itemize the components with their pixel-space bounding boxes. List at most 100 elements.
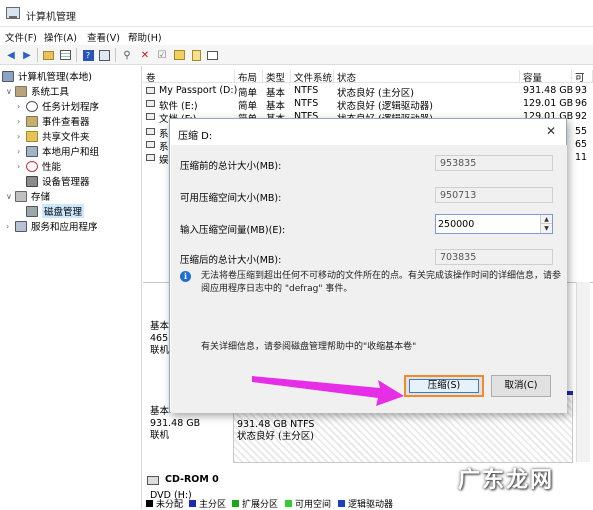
- chevron-right-icon[interactable]: ›: [6, 222, 15, 231]
- close-icon[interactable]: ✕: [542, 123, 560, 139]
- folder-icon[interactable]: [41, 48, 55, 62]
- users-icon: [26, 145, 38, 157]
- col-layout[interactable]: 布局: [235, 70, 263, 84]
- table-row[interactable]: 软件 (E:) 简单 基本 NTFS 状态良好 (逻辑驱动器) 129.01 G…: [143, 97, 593, 112]
- pointer-arrow-icon: [252, 376, 404, 406]
- tree-item-shared-folders[interactable]: › 共享文件夹: [17, 129, 90, 143]
- delete-icon[interactable]: ✕: [138, 48, 152, 62]
- cancel-button[interactable]: 取消(C): [491, 375, 551, 397]
- performance-icon: [26, 160, 38, 172]
- grid-icon[interactable]: [58, 48, 72, 62]
- menu-help[interactable]: 帮助(H): [128, 30, 162, 44]
- col-capacity[interactable]: 容量: [520, 70, 572, 84]
- legend-item: 逻辑驱动器: [338, 497, 393, 510]
- tree-item-services[interactable]: › 服务和应用程序: [6, 219, 98, 233]
- chevron-right-icon[interactable]: ›: [17, 147, 26, 156]
- legend-item: 未分配: [146, 497, 183, 510]
- volume-icon: [146, 100, 155, 107]
- chevron-down-icon[interactable]: ∨: [6, 87, 15, 96]
- legend-item: 扩展分区: [232, 497, 278, 510]
- shared-folder-icon: [26, 130, 38, 142]
- volume-list-header: 卷 布局 类型 文件系统 状态 容量 可: [143, 68, 593, 84]
- check-icon[interactable]: ☑: [155, 48, 169, 62]
- chevron-down-icon[interactable]: ∨: [6, 192, 15, 201]
- menu-file[interactable]: 文件(F): [5, 30, 37, 44]
- tree-item-task-scheduler[interactable]: › 任务计划程序: [17, 99, 99, 113]
- arrow-shape: [252, 376, 404, 406]
- tree-item-disk-management[interactable]: 磁盘管理: [26, 204, 85, 218]
- col-free[interactable]: 可: [572, 70, 593, 84]
- help-message: 有关详细信息，请参阅磁盘管理帮助中的"收缩基本卷": [201, 342, 417, 352]
- toolbar-separator: [115, 48, 116, 62]
- back-arrow-icon[interactable]: ◀: [4, 48, 18, 62]
- menu-view[interactable]: 查看(V): [87, 30, 120, 44]
- tree-item-local-users[interactable]: › 本地用户和组: [17, 144, 99, 158]
- window-title: 计算机管理: [26, 12, 76, 23]
- volume-icon: [146, 141, 155, 148]
- total-before-label: 压缩前的总计大小(MB):: [180, 161, 282, 172]
- event-log-icon: [26, 115, 38, 127]
- tree-item-event-viewer[interactable]: › 事件查看器: [17, 114, 90, 128]
- device-icon: [26, 175, 38, 187]
- volume-icon: [146, 113, 155, 120]
- col-type[interactable]: 类型: [263, 70, 291, 84]
- volume-icon: [146, 154, 155, 161]
- tree-item-storage[interactable]: ∨ 存储: [6, 189, 50, 203]
- stepper-down-icon[interactable]: ▼: [540, 224, 552, 233]
- chevron-right-icon[interactable]: ›: [17, 162, 26, 171]
- disk-1-volume-label: 931.48 GB NTFS 状态良好 (主分区): [237, 419, 315, 442]
- info-icon: i: [180, 271, 191, 282]
- folder-open-icon[interactable]: [172, 48, 186, 62]
- help-icon[interactable]: ?: [81, 48, 95, 62]
- available-label: 可用压缩空间大小(MB):: [180, 193, 282, 204]
- storage-icon: [15, 190, 27, 202]
- legend-swatch: [189, 500, 196, 507]
- total-before-value: 953835: [435, 155, 553, 171]
- menu-bar: 文件(F) 操作(A) 查看(V) 帮助(H): [0, 27, 593, 45]
- properties-icon[interactable]: [97, 48, 111, 62]
- tree-item-performance[interactable]: › 性能: [17, 159, 61, 173]
- forward-arrow-icon[interactable]: ▶: [20, 48, 34, 62]
- tree-item-root[interactable]: 计算机管理(本地): [2, 69, 92, 83]
- toolbar: ◀ ▶ ? ⚲ ✕ ☑: [0, 45, 593, 65]
- graph-scrollbar[interactable]: [576, 282, 590, 462]
- stepper-up-icon[interactable]: ▲: [540, 215, 552, 224]
- available-value: 950713: [435, 187, 553, 203]
- info-message: 无法将卷压缩到超出任何不可移动的文件所在的点。有关完成该操作时间的详细信息，请参…: [201, 271, 562, 294]
- services-icon: [15, 220, 27, 232]
- legend-swatch: [338, 500, 345, 507]
- window-icon[interactable]: [205, 48, 219, 62]
- shrink-button[interactable]: 压缩(S): [404, 375, 484, 397]
- chevron-right-icon[interactable]: ›: [17, 132, 26, 141]
- toolbar-separator: [76, 48, 77, 62]
- shrink-amount-input[interactable]: [438, 217, 538, 231]
- watermark: 广东龙网: [458, 468, 555, 493]
- table-row[interactable]: My Passport (D:) 简单 基本 NTFS 状态良好 (主分区) 9…: [143, 84, 593, 99]
- shrink-button-label: 压缩(S): [409, 379, 479, 393]
- shrink-dialog: 压缩 D: ✕ 压缩前的总计大小(MB): 953835 可用压缩空间大小(MB…: [169, 118, 567, 413]
- volume-icon: [146, 87, 155, 94]
- col-filesystem[interactable]: 文件系统: [291, 70, 334, 84]
- legend-swatch: [232, 500, 239, 507]
- shrink-amount-stepper[interactable]: ▲ ▼: [435, 214, 553, 234]
- computer-icon: [2, 70, 14, 82]
- chevron-right-icon[interactable]: ›: [17, 102, 26, 111]
- chevron-right-icon[interactable]: ›: [17, 117, 26, 126]
- dialog-title: 压缩 D:: [178, 131, 213, 142]
- toolbar-separator: [37, 48, 38, 62]
- col-volume[interactable]: 卷: [143, 70, 235, 84]
- disk-info-partial[interactable]: 基本 465. 联机: [150, 321, 171, 357]
- tools-icon: [15, 85, 27, 97]
- tree-item-device-manager[interactable]: 设备管理器: [26, 174, 90, 188]
- legend-swatch: [146, 500, 153, 507]
- navigation-tree: 计算机管理(本地) ∨ 系统工具 › 任务计划程序 › 事件查看器 › 共享文件…: [0, 66, 142, 509]
- connect-icon[interactable]: ⚲: [120, 48, 134, 62]
- cdrom-icon: [147, 476, 159, 485]
- document-icon[interactable]: [189, 48, 203, 62]
- menu-action[interactable]: 操作(A): [44, 30, 77, 44]
- disk-icon: [26, 205, 38, 217]
- computer-management-icon: [6, 7, 20, 19]
- tree-item-system-tools[interactable]: ∨ 系统工具: [6, 84, 69, 98]
- col-status[interactable]: 状态: [334, 70, 520, 84]
- legend-item: 主分区: [189, 497, 226, 510]
